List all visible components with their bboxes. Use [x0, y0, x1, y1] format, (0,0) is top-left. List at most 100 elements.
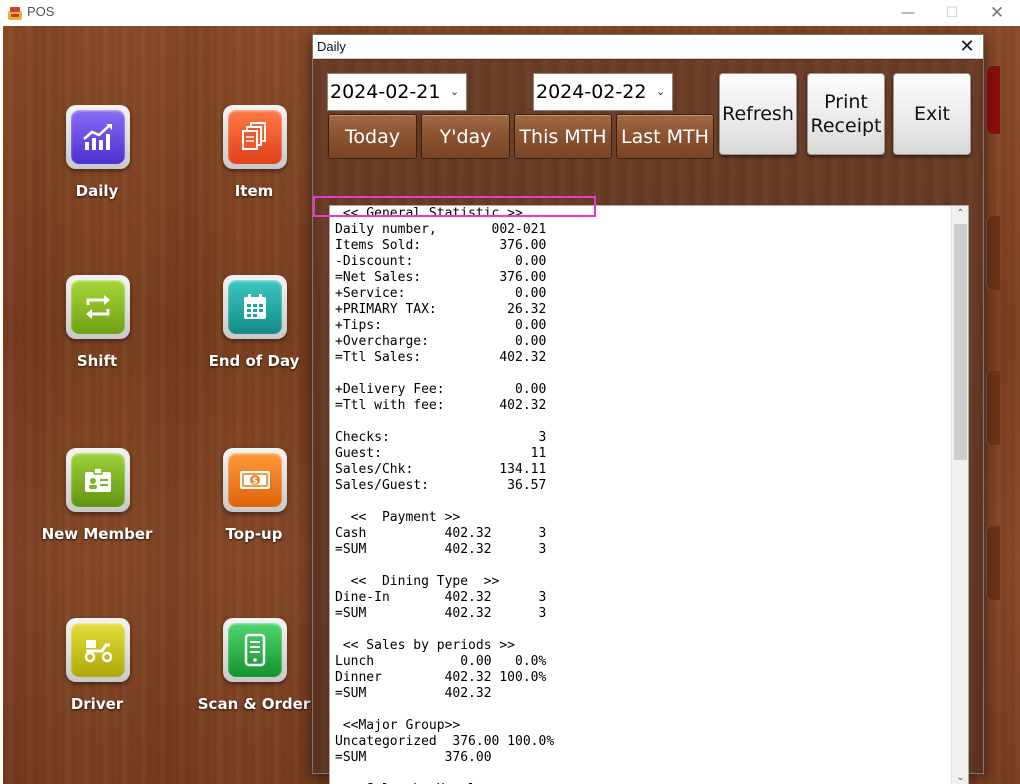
hidden-button-edge[interactable]	[986, 526, 1000, 600]
report-line: Cash 402.32 3	[335, 526, 547, 541]
hidden-button-edge[interactable]	[986, 66, 1000, 134]
report-line: << General Statistic >>	[335, 206, 523, 221]
exit-button[interactable]: Exit	[893, 73, 971, 155]
report-line: =Ttl Sales: 402.32	[335, 350, 547, 365]
chevron-down-icon: ⌄	[656, 85, 666, 98]
tile-label: Scan & Order	[197, 695, 311, 713]
start-date-value: 2024-02-21	[330, 81, 441, 103]
report-line: =SUM 402.32 3	[335, 606, 547, 621]
this-month-button[interactable]: This MTH	[514, 114, 612, 159]
report-line: =SUM 402.32	[335, 686, 492, 701]
report-line: Guest: 11	[335, 446, 547, 461]
tile-daily[interactable]: Daily	[37, 105, 157, 215]
report-line: -Discount: 0.00	[335, 254, 547, 269]
report-line: Items Sold: 376.00	[335, 238, 547, 253]
minimize-icon[interactable]: —	[897, 3, 919, 23]
tile-frame	[66, 448, 130, 512]
refresh-button[interactable]: Refresh	[719, 73, 797, 155]
last-month-button[interactable]: Last MTH	[616, 114, 714, 159]
report-line	[335, 702, 945, 718]
svg-text:$: $	[252, 477, 258, 487]
yesterday-button[interactable]: Y'day	[421, 114, 510, 159]
report-line	[335, 766, 945, 782]
tile-frame	[223, 618, 287, 682]
report-line: +Service: 0.00	[335, 286, 547, 301]
report-line: Sales/Chk: 134.11	[335, 462, 547, 477]
swap-icon	[71, 280, 125, 334]
scroll-thumb[interactable]	[954, 224, 967, 460]
phone-icon	[228, 623, 282, 677]
app-title: POS	[27, 4, 55, 19]
tile-frame	[66, 618, 130, 682]
tile-label: Shift	[76, 352, 118, 370]
report-line	[335, 414, 945, 430]
report-line: <<Major Group>>	[335, 718, 461, 733]
hidden-button-edge[interactable]	[986, 216, 1000, 290]
tile-frame	[66, 275, 130, 339]
tile-driver[interactable]: Driver	[37, 618, 157, 728]
tile-label: End of Day	[208, 352, 300, 370]
end-date-select[interactable]: 2024-02-22 ⌄	[533, 73, 673, 111]
tile-label: Driver	[70, 695, 124, 713]
print-receipt-button[interactable]: Print Receipt	[807, 73, 885, 155]
chart-icon	[71, 110, 125, 164]
dialog-titlebar: Daily ✕	[313, 35, 983, 59]
dialog-close-icon[interactable]: ✕	[957, 36, 977, 58]
report-line: =Ttl with fee: 402.32	[335, 398, 547, 413]
tile-frame: $	[223, 448, 287, 512]
tile-label: New Member	[41, 525, 153, 543]
calendar-icon	[228, 280, 282, 334]
close-icon[interactable]: ✕	[986, 3, 1008, 23]
report-line: Lunch 0.00 0.0%	[335, 654, 547, 669]
today-button[interactable]: Today	[328, 114, 417, 159]
report-line: << Payment >>	[335, 510, 461, 525]
report-line: +Overcharge: 0.00	[335, 334, 547, 349]
report-line: +Delivery Fee: 0.00	[335, 382, 547, 397]
scooter-icon	[71, 623, 125, 677]
tile-scan-order[interactable]: Scan & Order	[194, 618, 314, 728]
report-line	[335, 558, 945, 574]
report-line: +Tips: 0.00	[335, 318, 547, 333]
report-line: << Dining Type >>	[335, 574, 500, 589]
print-receipt-label-line1: Print	[824, 91, 868, 113]
tile-frame	[223, 105, 287, 169]
pos-logo-icon	[6, 4, 24, 22]
end-date-value: 2024-02-22	[536, 81, 647, 103]
maximize-icon[interactable]: ☐	[941, 3, 963, 23]
scroll-down-icon[interactable]: ⌄	[952, 770, 968, 784]
report-line: Dine-In 402.32 3	[335, 590, 547, 605]
start-date-select[interactable]: 2024-02-21 ⌄	[327, 73, 467, 111]
report-text: << General Statistic >> Daily number, 002…	[335, 206, 945, 784]
chevron-down-icon: ⌄	[450, 85, 460, 98]
scroll-up-icon[interactable]: ⌃	[952, 206, 968, 222]
report-line: Sales/Guest: 36.57	[335, 478, 547, 493]
report-line: Checks: 3	[335, 430, 547, 445]
report-line: Uncategorized 376.00 100.0%	[335, 734, 555, 749]
tile-frame	[223, 275, 287, 339]
daily-dialog: Daily ✕ 2024-02-21 ⌄ 2024-02-22 ⌄ Today …	[312, 34, 984, 784]
report-line: +PRIMARY TAX: 26.32	[335, 302, 547, 317]
cash-icon: $	[228, 453, 282, 507]
tile-frame	[66, 105, 130, 169]
app-titlebar: POS — ☐ ✕	[0, 0, 1020, 26]
tile-label: Top-up	[225, 525, 283, 543]
hidden-button-edge[interactable]	[986, 371, 1000, 445]
report-line	[335, 366, 945, 382]
report-scrollbar[interactable]: ⌃ ⌄	[951, 206, 968, 784]
report-textbox[interactable]: << General Statistic >> Daily number, 002…	[329, 205, 969, 784]
tile-label: Daily	[75, 182, 119, 200]
id-card-icon	[71, 453, 125, 507]
tile-new-member[interactable]: New Member	[37, 448, 157, 558]
report-line	[335, 494, 945, 510]
report-line: =SUM 402.32 3	[335, 542, 547, 557]
tile-shift[interactable]: Shift	[37, 275, 157, 385]
report-line: =Net Sales: 376.00	[335, 270, 547, 285]
documents-icon	[228, 110, 282, 164]
report-line: Dinner 402.32 100.0%	[335, 670, 547, 685]
tile-item[interactable]: Item	[194, 105, 314, 215]
tile-top-up[interactable]: $ Top-up	[194, 448, 314, 558]
report-line: =SUM 376.00	[335, 750, 492, 765]
report-line: << Sales by periods >>	[335, 638, 516, 653]
report-line	[335, 622, 945, 638]
tile-end-of-day[interactable]: End of Day	[194, 275, 314, 385]
